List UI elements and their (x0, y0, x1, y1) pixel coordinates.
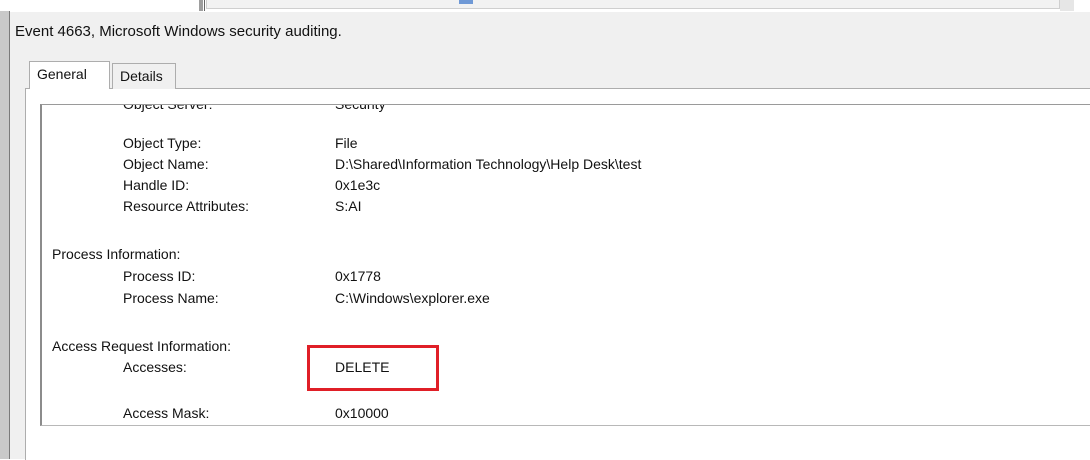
event-description-textbox[interactable]: Object Server: Security Object Type: Fil… (40, 104, 1090, 426)
window-left-border (0, 0, 9, 459)
field-label: Object Type: (123, 135, 202, 151)
splitter-handle[interactable] (199, 0, 203, 11)
event-list-scrollbar[interactable] (1060, 0, 1074, 11)
field-value: 0x1778 (335, 268, 381, 284)
splitter-line (204, 0, 205, 11)
event-list-remnant (0, 0, 1090, 11)
field-value: 0x1e3c (335, 177, 381, 193)
field-value: File (335, 135, 358, 151)
field-label: Object Server: (123, 104, 213, 112)
section-heading: Process Information: (52, 246, 181, 262)
field-label: Accesses: (123, 359, 187, 375)
field-label: Process Name: (123, 290, 219, 306)
event-list-row[interactable] (206, 0, 1060, 9)
tab-general[interactable]: General (29, 61, 110, 89)
field-value: 0x10000 (335, 405, 389, 421)
delete-highlight-box (307, 345, 439, 391)
selection-fragment (459, 0, 473, 4)
field-value: S:AI (335, 198, 362, 214)
field-value: C:\Windows\explorer.exe (335, 290, 490, 306)
field-value: Security (335, 104, 386, 112)
field-label: Process ID: (123, 268, 196, 284)
section-heading: Access Request Information: (52, 338, 231, 354)
field-label: Access Mask: (123, 405, 210, 421)
tab-details[interactable]: Details (112, 63, 176, 89)
field-label: Resource Attributes: (123, 198, 250, 214)
field-value: D:\Shared\Information Technology\Help De… (335, 156, 642, 172)
field-label: Object Name: (123, 156, 209, 172)
event-title: Event 4663, Microsoft Windows security a… (15, 23, 342, 40)
field-label: Handle ID: (123, 177, 190, 193)
